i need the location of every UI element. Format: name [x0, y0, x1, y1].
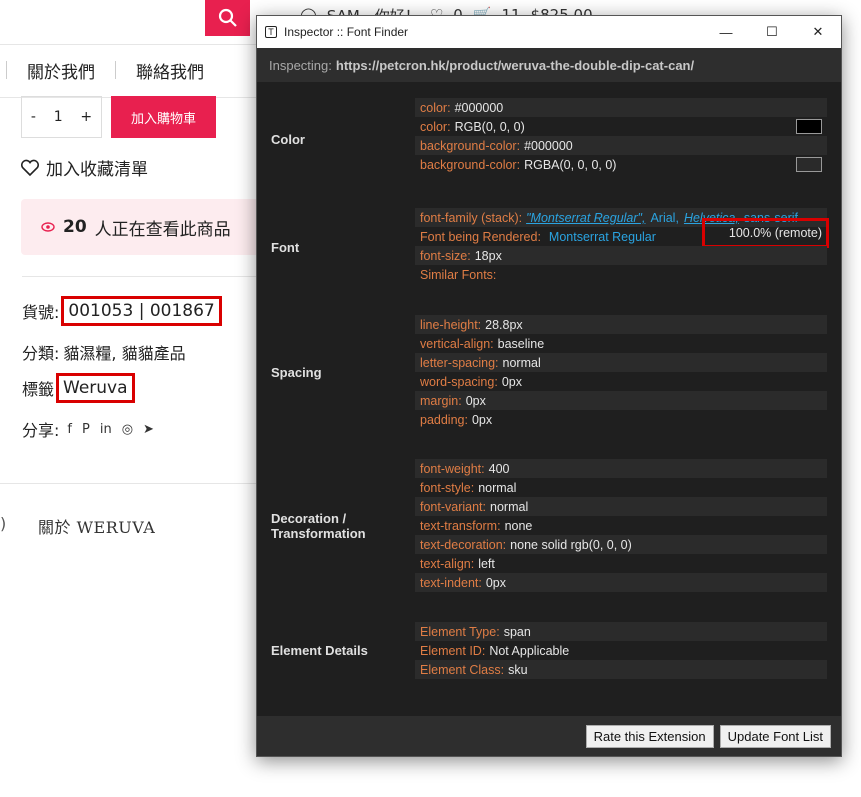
color-swatch	[796, 157, 822, 172]
property-row: color: #000000	[415, 98, 827, 117]
sku-row: 貨號: 001053 | 001867	[22, 296, 222, 326]
nav-separator	[115, 61, 116, 79]
facebook-icon[interactable]: f	[67, 422, 72, 437]
sku-label: 貨號:	[22, 303, 60, 322]
minimize-icon[interactable]: —	[703, 16, 749, 48]
viewing-notice: 20 人正在查看此商品	[21, 199, 261, 255]
update-font-list-button[interactable]: Update Font List	[719, 724, 831, 748]
section-label: Element Details	[271, 643, 368, 658]
rate-extension-button[interactable]: Rate this Extension	[585, 724, 714, 748]
color-swatch	[796, 119, 822, 134]
category-row: 分類: 貓濕糧, 貓貓產品	[22, 340, 186, 364]
qty-plus-button[interactable]: +	[80, 109, 92, 125]
font-link[interactable]: "Montserrat Regular",	[526, 211, 645, 225]
button-bar: Rate this Extension Update Font List	[257, 716, 841, 756]
property-row: font-style: normal	[420, 480, 517, 495]
divider	[0, 483, 256, 484]
whatsapp-icon[interactable]: ◎	[122, 422, 133, 437]
wishlist-link[interactable]: 加入收藏清單	[20, 155, 148, 180]
add-to-cart-button[interactable]: 加入購物車	[111, 96, 216, 138]
property-row: vertical-align: baseline	[420, 336, 545, 351]
divider	[22, 276, 256, 277]
property-row: margin: 0px	[415, 391, 827, 410]
linkedin-icon[interactable]: in	[100, 422, 112, 437]
wishlist-label: 加入收藏清單	[46, 160, 148, 180]
property-row: line-height: 28.8px	[415, 315, 827, 334]
inspecting-url: https://petcron.hk/product/weruva-the-do…	[335, 57, 695, 73]
footer-link-about-weruva[interactable]: 關於 WERUVA	[38, 514, 155, 538]
window-titlebar[interactable]: T Inspector :: Font Finder — ☐ ✕	[257, 16, 841, 48]
footer-fragment: )	[0, 514, 7, 533]
close-icon[interactable]: ✕	[795, 16, 841, 48]
property-row: background-color: #000000	[415, 136, 827, 155]
property-row: color: RGB(0, 0, 0)	[415, 117, 827, 136]
property-row: Similar Fonts:	[420, 267, 497, 282]
property-row: Element Class: sku	[415, 660, 827, 679]
font-finder-window: T Inspector :: Font Finder — ☐ ✕ Inspect…	[256, 15, 842, 757]
window-title: Inspector :: Font Finder	[284, 25, 409, 39]
nav-separator	[6, 61, 7, 79]
property-row: background-color: RGBA(0, 0, 0, 0)	[415, 155, 827, 174]
property-row: letter-spacing: normal	[415, 353, 827, 372]
section-label: Font	[271, 240, 300, 255]
eye-icon	[41, 222, 55, 232]
category-value[interactable]: 貓濕糧, 貓貓產品	[63, 340, 185, 364]
category-label: 分類:	[22, 344, 60, 363]
qty-input[interactable]: 1	[54, 109, 63, 125]
tag-value[interactable]: Weruva	[56, 373, 135, 403]
tag-label: 標籤	[22, 380, 55, 399]
quantity-stepper: - 1 +	[21, 96, 102, 138]
nav-item-about[interactable]: 關於我們	[27, 58, 95, 83]
inspecting-label: Inspecting:	[269, 57, 332, 73]
telegram-icon[interactable]: ➤	[143, 422, 154, 437]
maximize-icon[interactable]: ☐	[749, 16, 795, 48]
search-icon	[218, 8, 237, 27]
property-row: font-weight: 400	[415, 459, 827, 478]
property-row: font-size: 18px	[415, 246, 827, 265]
sku-value: 001053 | 001867	[61, 296, 222, 326]
property-row: font-variant: normal	[415, 497, 827, 516]
share-row: 分享: f P in ◎ ➤	[22, 417, 154, 441]
inspecting-bar: Inspecting: https://petcron.hk/product/w…	[257, 48, 841, 82]
tag-row: 標籤 Weruva	[22, 373, 135, 403]
section-label: Decoration / Transformation	[271, 511, 366, 541]
heart-icon	[20, 159, 40, 176]
property-row: Font being Rendered: Montserrat Regular …	[415, 218, 829, 248]
section-label: Spacing	[271, 365, 322, 380]
share-label: 分享:	[22, 421, 60, 440]
property-row: padding: 0px	[420, 412, 493, 427]
property-row: text-decoration: none solid rgb(0, 0, 0)	[415, 535, 827, 554]
property-row: text-align: left	[420, 556, 495, 571]
main-nav: 關於我們 聯絡我們	[0, 52, 204, 88]
property-row: text-indent: 0px	[415, 573, 827, 592]
property-row: word-spacing: 0px	[420, 374, 522, 389]
property-row: Element Type: span	[415, 622, 827, 641]
divider	[0, 44, 256, 45]
viewing-count: 20	[63, 217, 87, 237]
qty-minus-button[interactable]: -	[31, 109, 36, 125]
viewing-text: 人正在查看此商品	[94, 219, 231, 240]
property-row: Element ID: Not Applicable	[420, 643, 570, 658]
app-icon: T	[265, 26, 277, 38]
search-button[interactable]	[205, 0, 250, 36]
rendered-percent: 100.0% (remote)	[702, 218, 829, 248]
nav-item-contact[interactable]: 聯絡我們	[136, 58, 204, 83]
property-row: text-transform: none	[420, 518, 533, 533]
section-label: Color	[271, 132, 305, 147]
pinterest-icon[interactable]: P	[82, 422, 90, 437]
